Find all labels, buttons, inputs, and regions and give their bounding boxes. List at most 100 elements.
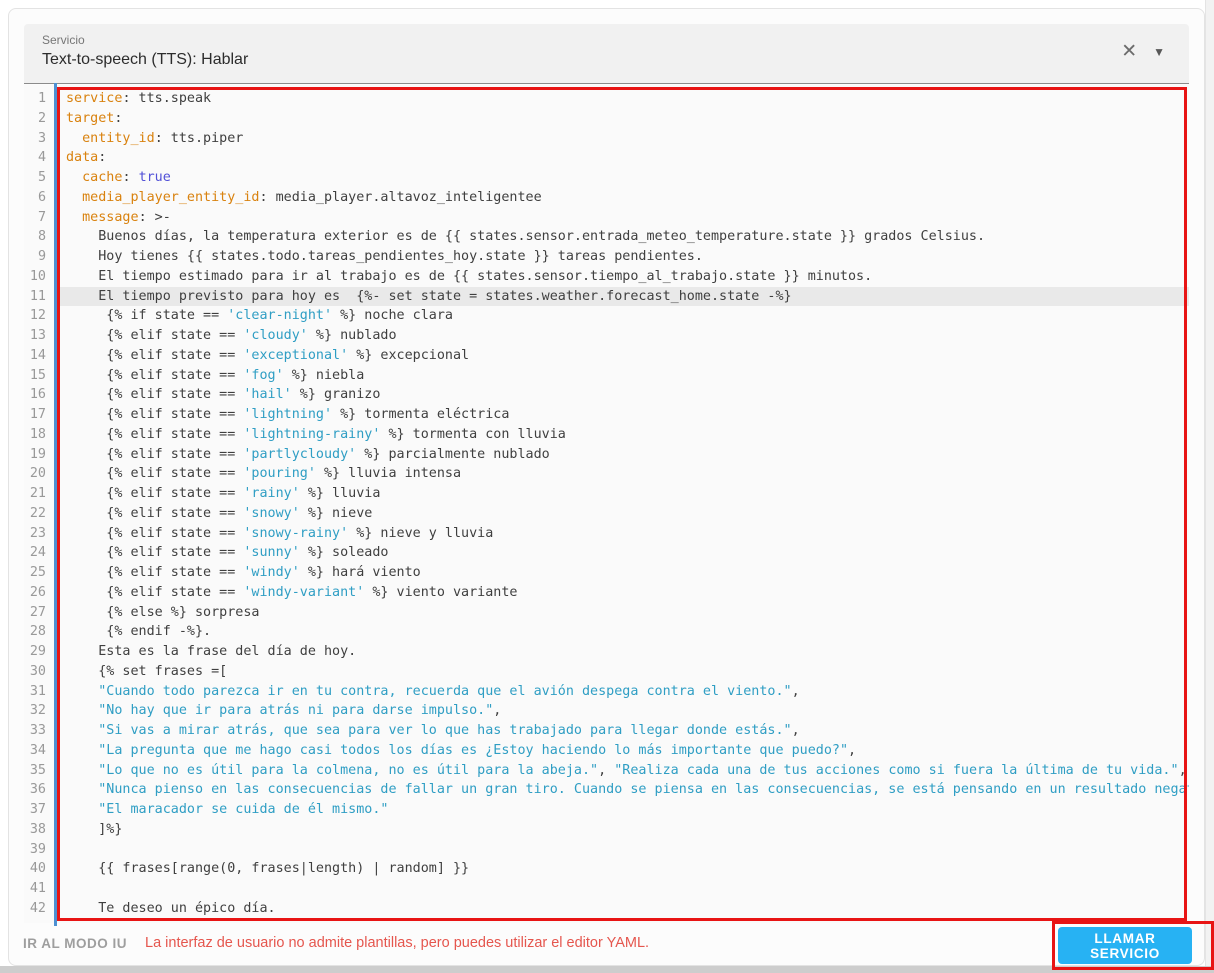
code-line[interactable]: El tiempo estimado para ir al trabajo es… (57, 267, 1189, 287)
service-field-value: Text-to-speech (TTS): Hablar (42, 51, 249, 68)
editor-code-area[interactable]: service: tts.speak target: entity_id: tts… (57, 85, 1189, 923)
service-dev-tools-page: Servicio Text-to-speech (TTS): Hablar ✕ … (0, 0, 1214, 973)
code-line[interactable]: {% elif state == 'exceptional' %} excepc… (57, 346, 1189, 366)
code-line[interactable]: {% else %} sorpresa (57, 603, 1189, 623)
line-number: 7 (37, 209, 46, 225)
line-number: 17 (29, 407, 46, 422)
line-number: 41 (29, 881, 46, 896)
line-number: 24 (29, 545, 46, 561)
annotation-button-highlight: LLAMAR SERVICIO (1052, 921, 1214, 970)
code-line[interactable] (57, 840, 1189, 860)
code-line[interactable]: Hoy tienes {{ states.todo.tareas_pendien… (57, 247, 1189, 267)
code-line[interactable]: "Nunca pienso en las consecuencias de fa… (57, 780, 1189, 800)
service-selector[interactable]: Servicio Text-to-speech (TTS): Hablar ✕ … (24, 24, 1189, 84)
line-number: 22 (29, 505, 46, 521)
code-line[interactable]: {% elif state == 'hail' %} granizo (57, 385, 1189, 405)
code-line[interactable]: message: >- (57, 208, 1189, 228)
line-number: 18 (29, 426, 46, 442)
code-line[interactable]: {% elif state == 'partlycloudy' %} parci… (57, 445, 1189, 465)
code-line[interactable]: "Cuando todo parezca ir en tu contra, re… (57, 682, 1189, 702)
line-number: 31 (29, 683, 46, 699)
code-line[interactable]: "Si vas a mirar atrás, que sea para ver … (57, 721, 1189, 741)
line-number: 8 (37, 229, 46, 245)
code-line[interactable]: {% if state == 'clear-night' %} noche cl… (57, 306, 1189, 326)
line-number: 14 (29, 347, 46, 363)
code-line[interactable]: "Lo que no es útil para la colmena, no e… (57, 761, 1189, 781)
line-number: 6 (37, 189, 46, 205)
line-number: 35 (29, 762, 46, 778)
code-line[interactable]: "El maracador se cuida de él mismo." (57, 800, 1189, 820)
editor-cursor (54, 83, 57, 926)
line-number: 15 (29, 367, 46, 383)
vertical-scrollbar[interactable] (1205, 0, 1214, 973)
code-line[interactable]: {% elif state == 'fog' %} niebla (57, 366, 1189, 386)
line-number: 28 (29, 624, 46, 640)
line-number: 34 (29, 742, 46, 758)
line-number: 21 (29, 486, 46, 501)
line-number: 33 (29, 723, 46, 738)
line-number: 27 (29, 604, 46, 620)
line-number: 20 (29, 466, 46, 482)
code-line[interactable]: target: (57, 109, 1189, 129)
editor-gutter: 1 2 3 4 5 6 7 8 9 10 11 12 13 14 15 16 17 18 19 20 21 22 23 24 2… (24, 85, 54, 923)
line-number: 16 (29, 387, 46, 403)
code-line[interactable]: data: (57, 148, 1189, 168)
line-number: 30 (29, 663, 46, 679)
code-line[interactable]: Te deseo un épico día. (57, 899, 1189, 919)
code-line[interactable]: media_player_entity_id: media_player.alt… (57, 188, 1189, 208)
code-line[interactable]: {% elif state == 'rainy' %} lluvia (57, 484, 1189, 504)
code-line[interactable]: ]%} (57, 820, 1189, 840)
line-number: 13 (29, 328, 46, 343)
line-number: 4 (37, 150, 46, 166)
line-number: 39 (29, 841, 46, 857)
service-field-icons: ✕ ▼ (1121, 41, 1165, 63)
call-service-button[interactable]: LLAMAR SERVICIO (1058, 927, 1192, 964)
line-number: 37 (29, 802, 46, 817)
code-line[interactable]: El tiempo previsto para hoy es {%- set s… (57, 286, 1189, 307)
line-number: 32 (29, 703, 46, 719)
line-number: 38 (29, 821, 46, 837)
line-number: 3 (37, 130, 46, 146)
horizontal-scrollbar[interactable] (0, 966, 1214, 973)
code-line[interactable]: {% elif state == 'snowy-rainy' %} nieve … (57, 524, 1189, 544)
code-line[interactable]: Esta es la frase del día de hoy. (57, 642, 1189, 662)
code-line[interactable]: {% elif state == 'lightning-rainy' %} to… (57, 425, 1189, 445)
code-line[interactable]: {% elif state == 'pouring' %} lluvia int… (57, 464, 1189, 484)
line-number: 40 (29, 861, 46, 877)
line-number: 19 (29, 446, 46, 462)
code-line[interactable]: Buenos días, la temperatura exterior es … (57, 227, 1189, 247)
line-number: 9 (37, 249, 46, 264)
code-line[interactable]: {% elif state == 'cloudy' %} nublado (57, 326, 1189, 346)
code-line[interactable]: {% elif state == 'windy' %} hará viento (57, 563, 1189, 583)
service-field-label: Servicio (42, 33, 85, 47)
card-footer: IR AL MODO IU La interfaz de usuario no … (9, 921, 1204, 965)
code-line[interactable]: cache: true (57, 168, 1189, 188)
line-number: 26 (29, 584, 46, 600)
clear-icon[interactable]: ✕ (1121, 41, 1137, 63)
code-line[interactable]: {{ frases[range(0, frases|length) | rand… (57, 859, 1189, 879)
code-line[interactable]: {% elif state == 'snowy' %} nieve (57, 504, 1189, 524)
code-line[interactable]: {% elif state == 'windy-variant' %} vien… (57, 583, 1189, 603)
line-number: 11 (29, 288, 46, 304)
yaml-editor[interactable]: 1 2 3 4 5 6 7 8 9 10 11 12 13 14 15 16 17 18 19 20 21 22 23 24 2… (24, 83, 1189, 926)
line-number: 10 (29, 268, 46, 284)
line-number: 12 (29, 308, 46, 324)
line-number: 36 (29, 782, 46, 798)
code-line[interactable]: {% endif -%}. (57, 622, 1189, 642)
code-line[interactable]: {% elif state == 'sunny' %} soleado (57, 543, 1189, 563)
code-line[interactable]: {% elif state == 'lightning' %} tormenta… (57, 405, 1189, 425)
code-line[interactable]: service: tts.speak (57, 89, 1189, 109)
code-line[interactable] (57, 879, 1189, 899)
line-number: 1 (37, 91, 46, 106)
line-number: 42 (29, 900, 46, 916)
go-to-ui-mode-button[interactable]: IR AL MODO IU (15, 930, 135, 957)
code-line[interactable]: entity_id: tts.piper (57, 129, 1189, 149)
line-number: 23 (29, 525, 46, 541)
chevron-down-icon[interactable]: ▼ (1153, 45, 1165, 59)
code-line[interactable]: "La pregunta que me hago casi todos los … (57, 741, 1189, 761)
code-line[interactable]: {% set frases =[ (57, 662, 1189, 682)
call-service-card: Servicio Text-to-speech (TTS): Hablar ✕ … (8, 8, 1205, 966)
line-number: 29 (29, 644, 46, 659)
template-warning-text: La interfaz de usuario no admite plantil… (145, 935, 650, 951)
code-line[interactable]: "No hay que ir para atrás ni para darse … (57, 701, 1189, 721)
